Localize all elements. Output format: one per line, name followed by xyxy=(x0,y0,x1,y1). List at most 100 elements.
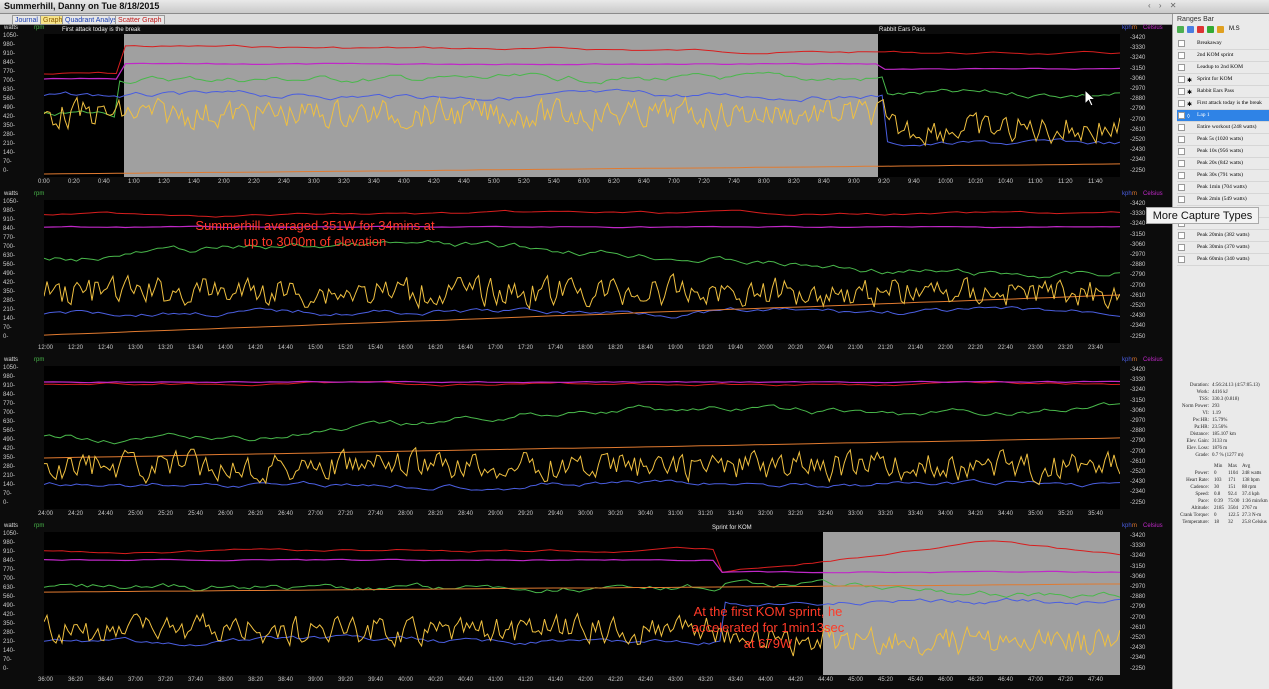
add-range-icon[interactable] xyxy=(1177,26,1184,33)
right-unit-label: kph xyxy=(1122,523,1132,529)
tab-journal[interactable]: Journal xyxy=(12,15,41,24)
range-checkbox[interactable] xyxy=(1178,184,1185,191)
time-tick-label: 16:20 xyxy=(428,345,444,351)
ranges-bar-header: Ranges Bar xyxy=(1177,16,1214,23)
range-item[interactable]: Peak 30min (370 watts) xyxy=(1177,242,1269,254)
graph-panel-2[interactable]: watts rpm kph m Celsius 1050- 980- 910- 840- 770-… xyxy=(0,191,1172,357)
table-cell: 25.8 Celsius xyxy=(1242,520,1267,525)
watts-tick-label: 980- xyxy=(3,374,16,380)
time-tick-label: 34:00 xyxy=(938,511,954,517)
graph-panel-3[interactable]: watts rpm kph m Celsius 1050- 980- 910- 840- 770-… xyxy=(0,357,1172,523)
elevation-unit-label: m xyxy=(1132,25,1137,31)
range-item-label: First attack today is the break xyxy=(1197,100,1262,106)
window-nav-controls[interactable]: ‹ › ✕ xyxy=(1148,1,1179,10)
range-item-label: 2nd KOM sprint xyxy=(1197,52,1234,58)
elevation-tick-label: -3060 xyxy=(1130,407,1146,414)
plot-area[interactable] xyxy=(44,34,1120,177)
range-item[interactable]: Peak 2min (549 watts) xyxy=(1177,194,1269,206)
plot-area[interactable] xyxy=(44,532,1120,675)
range-item[interactable]: ◊ Lap 1 xyxy=(1177,110,1269,122)
range-label: Rabbit Ears Pass xyxy=(879,27,926,33)
left-unit-label: watts xyxy=(4,357,19,363)
range-checkbox[interactable] xyxy=(1178,148,1185,155)
range-checkbox[interactable] xyxy=(1178,124,1185,131)
temperature-unit-label: Celsius xyxy=(1143,25,1163,31)
table-cell: 248 watts xyxy=(1242,471,1262,476)
watts-tick-label: 630- xyxy=(3,253,16,259)
range-checkbox[interactable] xyxy=(1178,64,1185,71)
time-tick-label: 41:20 xyxy=(518,677,534,683)
graph-area[interactable]: watts rpm kph m Celsius 1050- 980- 910- 840- 770-… xyxy=(0,25,1172,689)
range-checkbox[interactable] xyxy=(1178,256,1185,263)
range-checkbox[interactable] xyxy=(1178,232,1185,239)
range-checkbox[interactable] xyxy=(1178,160,1185,167)
range-item[interactable]: Peak 1min (704 watts) xyxy=(1177,182,1269,194)
range-checkbox[interactable] xyxy=(1178,100,1185,107)
time-tick-label: 12:40 xyxy=(98,345,114,351)
star-icon[interactable] xyxy=(1217,26,1224,33)
range-item[interactable]: ✱ Sprint for KOM xyxy=(1177,74,1269,86)
range-item[interactable]: Peak 30s (791 watts) xyxy=(1177,170,1269,182)
tab-scatter-graph[interactable]: Scatter Graph xyxy=(115,15,165,24)
range-item[interactable]: Leadup to 2nd KOM xyxy=(1177,62,1269,74)
elevation-tick-label: -2880 xyxy=(1130,96,1146,103)
graph-panel-1[interactable]: watts rpm kph m Celsius 1050- 980- 910- 840- 770-… xyxy=(0,25,1172,191)
range-checkbox[interactable] xyxy=(1178,136,1185,143)
watts-tick-label: 0- xyxy=(3,500,9,506)
range-item[interactable]: Peak 60min (340 watts) xyxy=(1177,254,1269,266)
graph-panel-4[interactable]: watts rpm kph m Celsius 1050- 980- 910- 840- 770-… xyxy=(0,523,1172,689)
selected-range-highlight[interactable] xyxy=(124,34,878,177)
range-checkbox[interactable] xyxy=(1178,112,1185,119)
stat-row: Elev. Loss: 1876 m xyxy=(1176,445,1269,452)
elevation-line xyxy=(44,437,1120,459)
range-item[interactable]: Peak 5s (1020 watts) xyxy=(1177,134,1269,146)
time-tick-label: 17:20 xyxy=(518,345,534,351)
range-checkbox[interactable] xyxy=(1178,88,1185,95)
time-tick-label: 42:40 xyxy=(638,677,654,683)
elevation-tick-label: -2700 xyxy=(1130,116,1146,123)
time-tick-label: 3:00 xyxy=(308,179,320,185)
temperature-unit-label: Celsius xyxy=(1143,191,1163,197)
table-cell: 27.3 N-m xyxy=(1242,513,1262,518)
time-tick-label: 40:40 xyxy=(458,677,474,683)
range-checkbox[interactable] xyxy=(1178,196,1185,203)
range-item[interactable]: ✱ Rabbit Ears Pass xyxy=(1177,86,1269,98)
speed-line xyxy=(44,306,1120,319)
time-tick-label: 20:00 xyxy=(758,345,774,351)
range-checkbox[interactable] xyxy=(1178,172,1185,179)
elevation-tick-label: -2430 xyxy=(1130,479,1146,486)
watts-tick-label: 70- xyxy=(3,491,12,497)
refresh-icon[interactable] xyxy=(1187,26,1194,33)
elevation-tick-label: -2970 xyxy=(1130,86,1146,92)
range-checkbox[interactable] xyxy=(1178,244,1185,251)
time-tick-label: 16:00 xyxy=(398,345,414,351)
delete-icon[interactable] xyxy=(1197,26,1204,33)
range-checkbox[interactable] xyxy=(1178,76,1185,83)
time-tick-label: 6:20 xyxy=(608,179,620,185)
range-item[interactable]: 2nd KOM sprint xyxy=(1177,50,1269,62)
elevation-tick-label: -2520 xyxy=(1130,469,1146,475)
range-checkbox[interactable] xyxy=(1178,40,1185,47)
range-checkbox[interactable] xyxy=(1178,52,1185,59)
time-tick-label: 24:20 xyxy=(68,511,84,517)
time-tick-label: 33:40 xyxy=(908,511,924,517)
stat-key: Grade: xyxy=(1195,453,1209,458)
range-item[interactable]: Entire workout (248 watts) xyxy=(1177,122,1269,134)
range-item[interactable]: Peak 20s (842 watts) xyxy=(1177,158,1269,170)
stat-row: Norm Power: 293 xyxy=(1176,403,1269,410)
time-tick-label: 7:20 xyxy=(698,179,710,185)
range-item[interactable]: Breakaway xyxy=(1177,38,1269,50)
elevation-tick-label: -2970 xyxy=(1130,584,1146,590)
chart-annotation: Summerhill averaged 351W for 34mins at u… xyxy=(195,218,435,249)
table-cell: 171 xyxy=(1228,478,1236,483)
range-item[interactable]: Peak 20min (382 watts) xyxy=(1177,230,1269,242)
table-cell: Pace: xyxy=(1198,499,1209,504)
chart-annotation: At the first KOM sprint, he accelerated … xyxy=(691,604,845,651)
plot-area[interactable] xyxy=(44,366,1120,509)
watts-tick-label: 70- xyxy=(3,159,12,165)
filter-icon[interactable] xyxy=(1207,26,1214,33)
range-item[interactable]: ✱ First attack today is the break xyxy=(1177,98,1269,110)
range-item-label: Rabbit Ears Pass xyxy=(1197,88,1234,94)
watts-tick-label: 1050- xyxy=(3,33,19,39)
range-item[interactable]: Peak 10s (956 watts) xyxy=(1177,146,1269,158)
